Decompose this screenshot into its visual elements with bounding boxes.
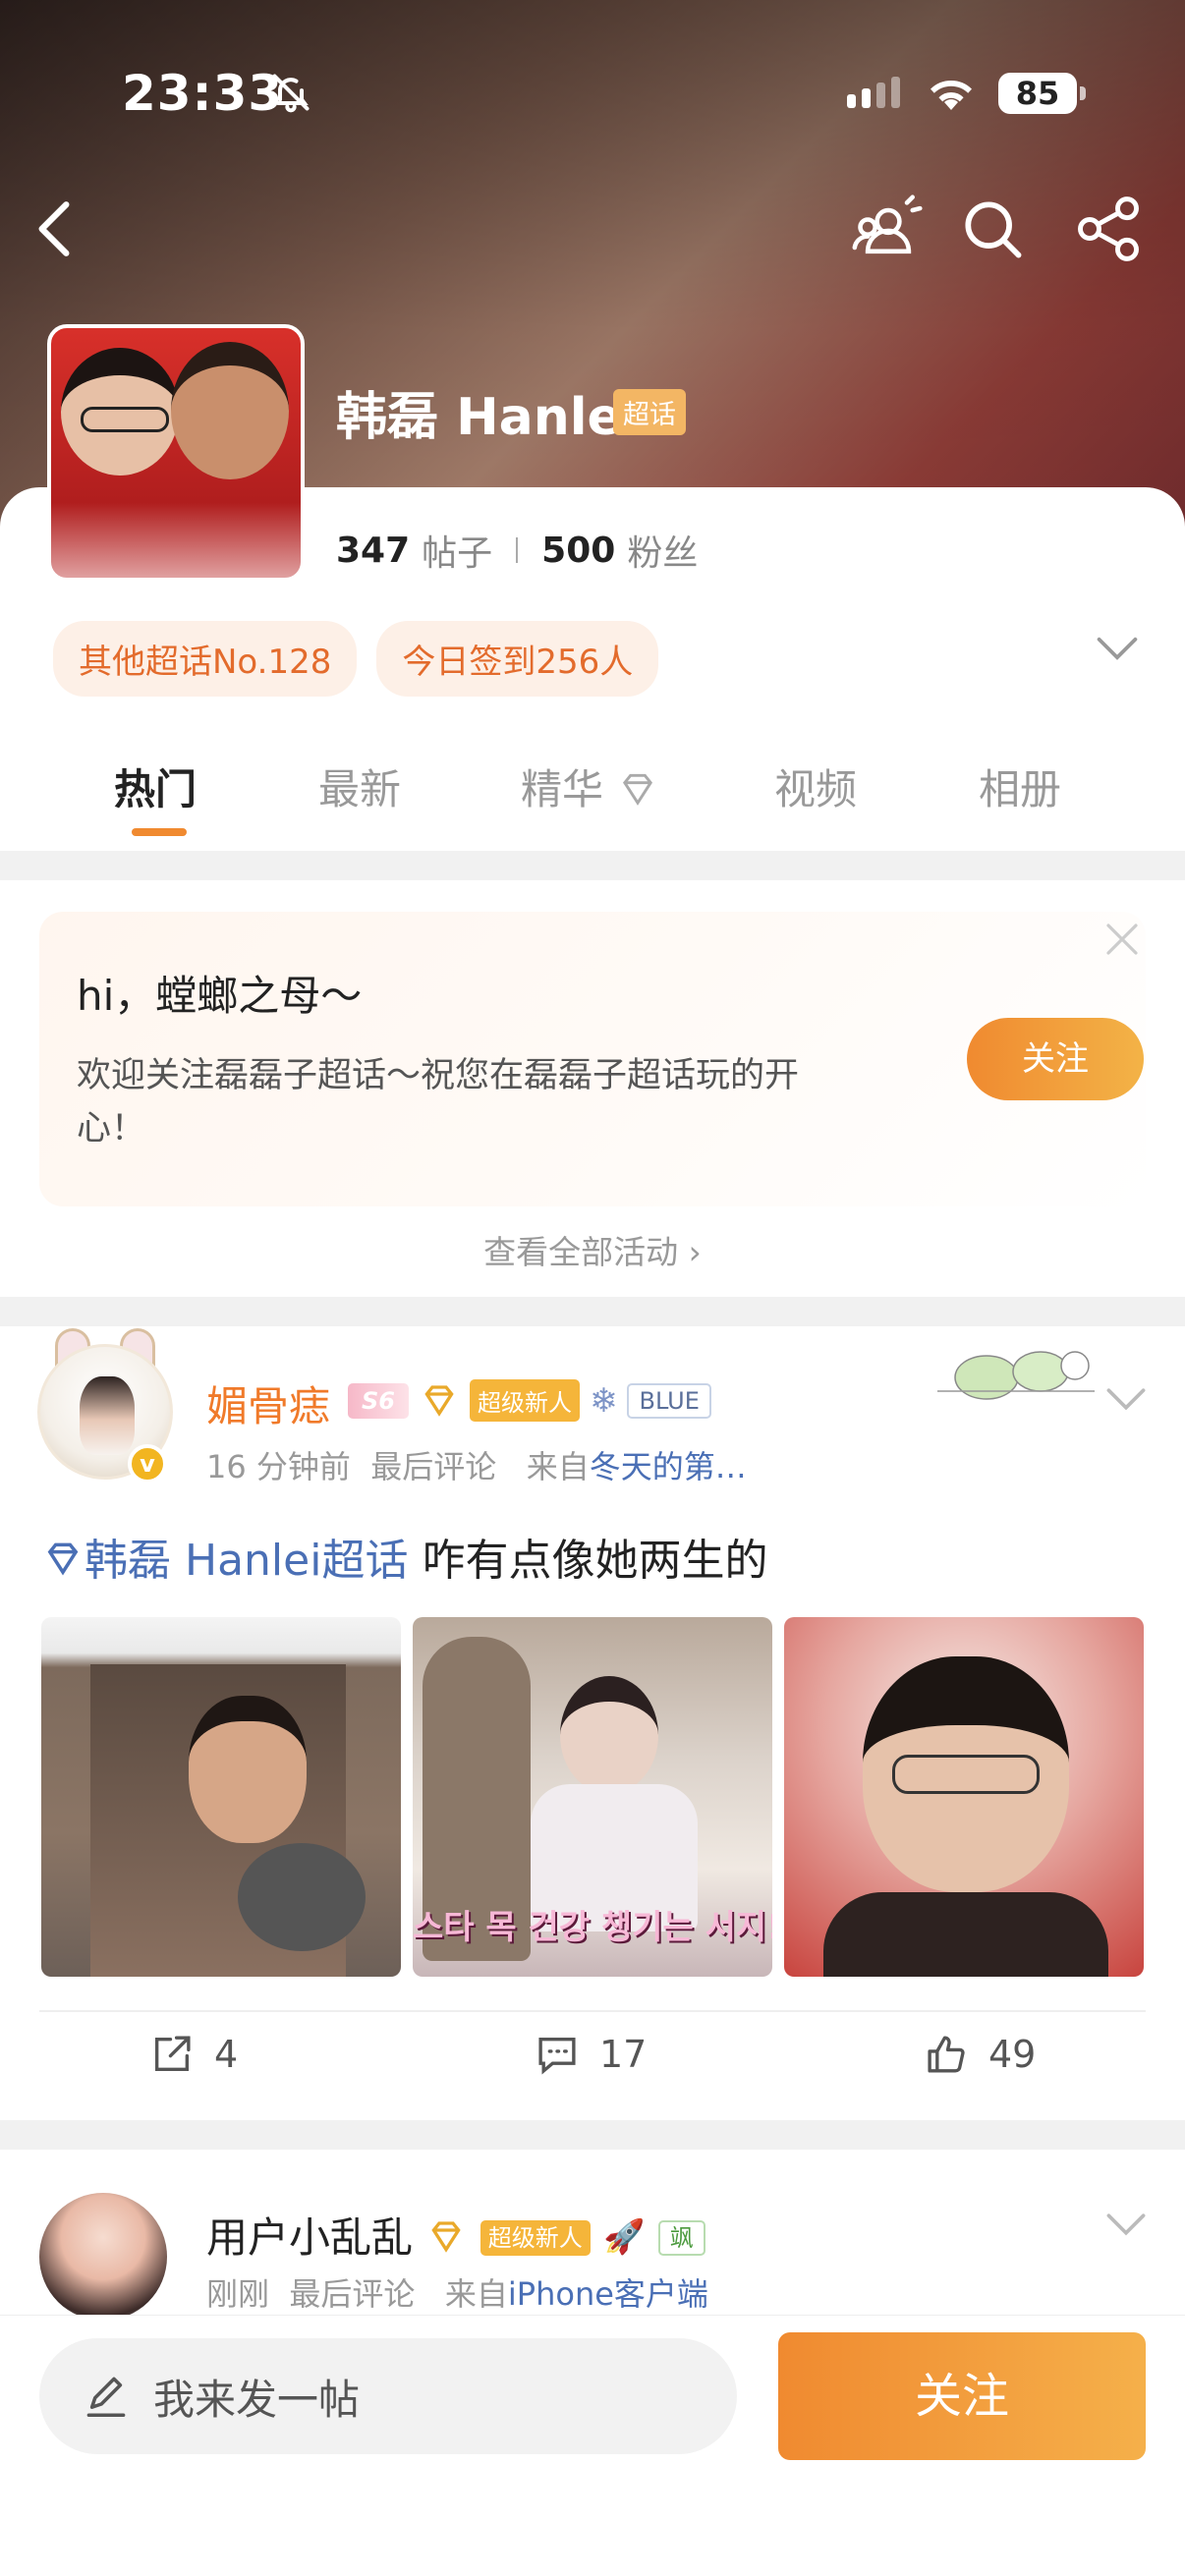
compose-placeholder: 我来发一帖 <box>153 2375 361 2424</box>
repost-button[interactable]: 4 <box>149 2032 238 2077</box>
post-source[interactable]: 冬天的第… <box>590 1448 747 1485</box>
post2-meta: 刚刚 最后评论 来自iPhone客户端 <box>206 2269 708 2315</box>
blue-badge: BLUE <box>627 1382 711 1419</box>
post-author-name: 用户小乱乱 超级新人 🚀 飒 <box>206 2205 705 2265</box>
level-badge: S6 <box>348 1382 409 1419</box>
post2-author[interactable]: 用户小乱乱 <box>206 2213 413 2262</box>
tab-videos[interactable]: 视频 <box>774 756 857 816</box>
like-count: 49 <box>988 2033 1037 2076</box>
post-meta: 16 分钟前 最后评论 来自冬天的第… <box>206 1442 747 1487</box>
card-decoration-icon <box>937 1351 1095 1400</box>
post-body: 咋有点像她两生的 <box>408 1536 768 1586</box>
thumbs-up-icon <box>928 2036 965 2073</box>
stats-divider <box>516 537 519 563</box>
snowflake-icon: ❄ <box>589 1380 618 1421</box>
post-author-name[interactable]: 媚骨痣 <box>206 1373 330 1433</box>
source-prefix: 来自 <box>526 1448 590 1485</box>
tab-hot[interactable]: 热门 <box>114 756 197 816</box>
comment-count: 17 <box>599 2033 648 2076</box>
post2-time: 刚刚 <box>206 2275 270 2313</box>
close-icon[interactable] <box>1102 920 1142 959</box>
fans-label: 粉丝 <box>627 533 699 574</box>
group-members-icon[interactable] <box>851 192 926 266</box>
supertopic-chips: 其他超话No.128 今日签到256人 <box>53 621 659 697</box>
supertopic-stats: 347 帖子 500 粉丝 <box>336 525 698 576</box>
image-caption: 스타 목 건강 챙기는 서지! <box>413 1908 772 1947</box>
follow-button[interactable]: 关注 <box>778 2332 1146 2460</box>
supertopic-tag: 超话 <box>613 389 686 435</box>
section-divider <box>0 1297 1185 1326</box>
diamond-badge-icon <box>424 1384 454 1417</box>
comment-button[interactable]: 17 <box>535 2032 647 2077</box>
actions-divider <box>39 2010 1146 2012</box>
supertopic-link[interactable]: 韩磊 Hanlei超话 <box>85 1536 408 1586</box>
repost-icon <box>154 2036 191 2072</box>
see-all-activities-link[interactable]: 查看全部活动 › <box>0 1226 1185 1273</box>
post-menu-chevron-icon[interactable] <box>1104 1385 1148 1413</box>
welcome-follow-button[interactable]: 关注 <box>967 1018 1144 1100</box>
post-menu-chevron-icon[interactable] <box>1104 2211 1148 2238</box>
rocket-icon: 🚀 <box>603 2217 646 2257</box>
back-arrow-icon[interactable] <box>29 196 79 261</box>
like-button[interactable]: 49 <box>924 2032 1036 2077</box>
comment-icon <box>538 2037 576 2075</box>
supertopic-title: 韩磊 Hanlei <box>336 388 640 447</box>
section-divider <box>0 851 1185 880</box>
post-image-2[interactable]: 스타 목 건강 챙기는 서지! <box>413 1617 772 1977</box>
battery-indicator: 85 <box>998 73 1086 114</box>
posts-label: 帖子 <box>422 533 493 574</box>
section-divider <box>0 2120 1185 2150</box>
cellular-signal-icon <box>847 77 900 108</box>
share-icon[interactable] <box>1071 192 1146 266</box>
post2-source[interactable]: iPhone客户端 <box>508 2275 708 2313</box>
posts-count: 347 <box>336 530 411 571</box>
diamond-badge-icon <box>431 2221 462 2253</box>
tab-latest[interactable]: 最新 <box>318 756 401 816</box>
post-image-1[interactable] <box>41 1617 401 1977</box>
search-icon[interactable] <box>955 192 1030 266</box>
super-newbie-badge: 超级新人 <box>469 1379 580 1422</box>
verified-badge-icon: v <box>128 1444 167 1484</box>
wifi-icon <box>931 81 972 110</box>
tab-albums[interactable]: 相册 <box>979 756 1061 816</box>
post-time: 16 分钟前 <box>206 1448 351 1485</box>
compose-post-input[interactable]: 我来发一帖 <box>39 2338 737 2454</box>
supertopic-avatar[interactable] <box>47 324 305 582</box>
post-image-3[interactable] <box>784 1617 1144 1977</box>
last-comment-label: 最后评论 <box>370 1448 497 1485</box>
author-badges: S6 超级新人 ❄ BLUE <box>348 1379 711 1422</box>
welcome-greeting: hi，螳螂之母～ <box>77 972 363 1020</box>
welcome-message: 欢迎关注磊磊子超话～祝您在磊磊子超话玩的开心！ <box>77 1056 800 1148</box>
muted-bell-icon <box>272 74 310 113</box>
post-text: 韩磊 Hanlei超话 咋有点像她两生的 <box>41 1525 767 1588</box>
tab-featured-label: 精华 <box>521 765 604 813</box>
status-time: 23:33 <box>122 65 284 122</box>
post2-source-prefix: 来自 <box>444 2275 508 2313</box>
sa-badge: 飒 <box>657 2220 705 2256</box>
repost-count: 4 <box>214 2033 239 2076</box>
checkin-chip[interactable]: 今日签到256人 <box>376 621 659 697</box>
tab-featured[interactable]: 精华 <box>521 756 659 816</box>
diamond-icon <box>623 773 653 806</box>
avatar[interactable] <box>39 2193 167 2321</box>
post2-last-comment: 最后评论 <box>289 2275 416 2313</box>
ranking-chip[interactable]: 其他超话No.128 <box>53 621 358 697</box>
active-tab-indicator <box>132 828 187 836</box>
pencil-icon <box>86 2377 126 2417</box>
chevron-down-icon[interactable] <box>1095 634 1140 663</box>
super-newbie-badge: 超级新人 <box>480 2220 591 2256</box>
supertopic-diamond-icon <box>47 1542 79 1576</box>
fans-count: 500 <box>541 530 616 571</box>
status-bar: 23:33 85 <box>0 0 1185 187</box>
